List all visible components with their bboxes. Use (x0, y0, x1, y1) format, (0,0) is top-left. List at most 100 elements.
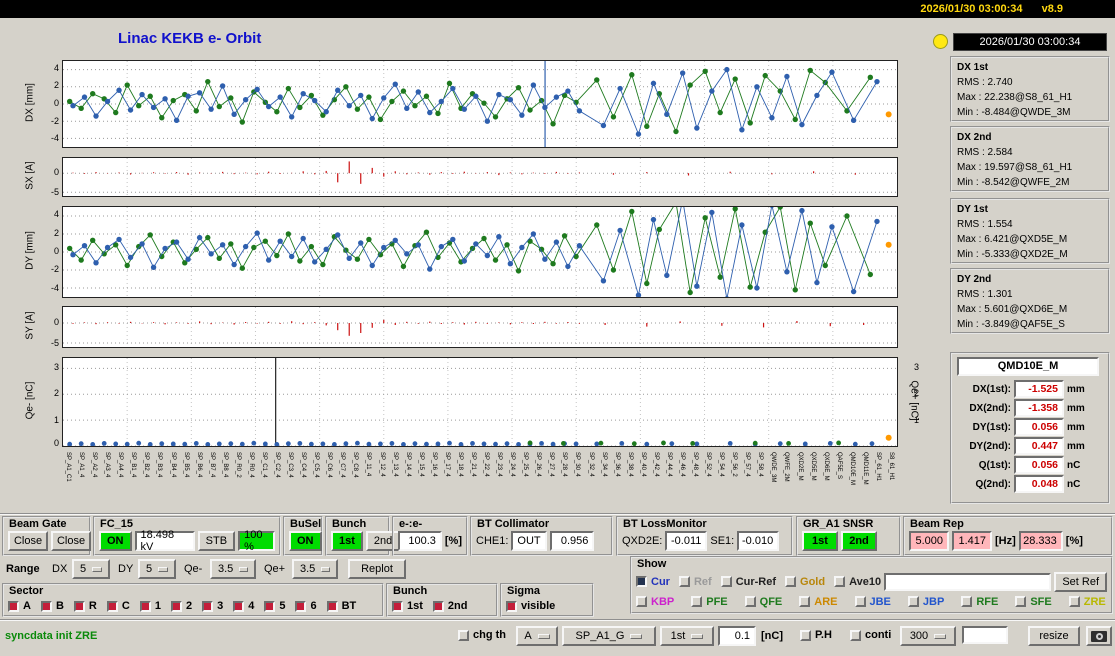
checkbox-qfe[interactable]: QFE (745, 596, 783, 608)
bunch-select[interactable]: 1st (660, 626, 714, 646)
readout-unit: mm (1067, 401, 1085, 416)
checkbox-indicator (264, 601, 275, 612)
conti-checkbox[interactable]: conti (850, 629, 891, 641)
show-row1-checkboxes: Cur Ref Cur-Ref Gold Ave10 (636, 576, 881, 588)
checkbox-jbe[interactable]: JBE (855, 596, 891, 608)
readout-value: 0.447 (1014, 437, 1064, 455)
snsr-1st-button[interactable]: 1st (802, 531, 838, 551)
monitor-tick-label: SP_52_4 (704, 452, 711, 477)
monitor-tick-label: SP_58_4 (756, 452, 763, 477)
checkbox-b[interactable]: B (41, 600, 64, 612)
checkbox-2nd[interactable]: 2nd (433, 600, 468, 612)
checkbox-label: A (23, 600, 31, 612)
ratio-value-readout: 100.3 (398, 531, 442, 551)
checkbox-indicator (295, 601, 306, 612)
beam-gate-close-1-button[interactable]: Close (8, 531, 48, 551)
checkbox-c[interactable]: C (107, 600, 130, 612)
checkbox-3[interactable]: 3 (202, 600, 223, 612)
range-dx-select[interactable]: 5 (72, 559, 110, 579)
checkbox-jbp[interactable]: JBP (908, 596, 944, 608)
dx-1st-stats: DX 1st RMS : 2.740 Max : 22.238@S8_61_H1… (950, 56, 1110, 122)
checkbox-indicator (855, 596, 866, 607)
range-qep-select[interactable]: 3.5 (292, 559, 338, 579)
monitor-select[interactable]: SP_A1_G (562, 626, 656, 646)
separator (0, 619, 1115, 621)
fc15-group: FC_15 ON 18.498 kV STB 100 % (93, 516, 281, 556)
show-row2-checkboxes: KBP PFE QFE ARE JBE JBP RFE SFE ZRE (636, 596, 1106, 608)
readout-label: Q(2nd): (957, 477, 1011, 492)
checkbox-ref[interactable]: Ref (679, 576, 712, 588)
checkbox-indicator (691, 596, 702, 607)
fc15-stb-button[interactable]: STB (198, 531, 235, 551)
stats-title: DY 2nd (957, 272, 1103, 287)
checkbox-5[interactable]: 5 (264, 600, 285, 612)
snsr-2nd-button[interactable]: 2nd (841, 531, 877, 551)
sx-steering-plot (62, 157, 898, 197)
checkbox-label: Ref (694, 576, 712, 588)
points-select[interactable]: 300 (900, 626, 956, 646)
replot-button[interactable]: Replot (348, 559, 406, 579)
monitor-tick-label: SP_22_4 (482, 452, 489, 477)
beam-gate-close-2-button[interactable]: Close (51, 531, 91, 551)
monitor-tick-label: SP_R0_4 (247, 452, 254, 478)
checkbox-sfe[interactable]: SFE (1015, 596, 1051, 608)
checkbox-ave10[interactable]: Ave10 (834, 576, 881, 588)
beam-rep-value2: 1.417 (952, 531, 992, 551)
dropdown-indicator (158, 567, 168, 572)
checkbox-1st[interactable]: 1st (392, 600, 423, 612)
checkbox-label: 2nd (448, 600, 468, 612)
resize-button[interactable]: resize (1028, 626, 1080, 646)
checkbox-visible[interactable]: visible (506, 600, 555, 612)
titlebar-datetime: 2026/01/30 03:00:34 (920, 3, 1022, 15)
checkbox-cur[interactable]: Cur (636, 576, 670, 588)
points-select-value: 300 (910, 630, 928, 642)
checkbox-zre[interactable]: ZRE (1069, 596, 1106, 608)
bunch-group: Bunch 1st 2nd (325, 516, 390, 556)
y-tick-label: -2 (51, 264, 59, 274)
sector-select[interactable]: A (516, 626, 558, 646)
group-label: e-:e- (399, 518, 422, 530)
range-dy-select[interactable]: 5 (138, 559, 176, 579)
dropdown-indicator (239, 567, 248, 572)
stats-title: DX 2nd (957, 130, 1103, 145)
range-qem-select[interactable]: 3.5 (210, 559, 256, 579)
beam-rep-value3: 28.333 (1019, 531, 1063, 551)
checkbox-gold[interactable]: Gold (785, 576, 825, 588)
checkbox-indicator (799, 596, 810, 607)
monitor-tick-label: QXD5E_M (809, 452, 816, 481)
monitor-tick-label: SP_B5_4 (182, 452, 189, 477)
set-ref-button[interactable]: Set Ref (1054, 572, 1107, 592)
checkbox-are[interactable]: ARE (799, 596, 837, 608)
checkbox-4[interactable]: 4 (233, 600, 254, 612)
stats-max: Max : 19.597@S8_61_H1 (957, 160, 1103, 175)
monitor-tick-label: QMD11E_M (861, 452, 868, 485)
dx-axis-label: DX [mm] (25, 75, 36, 131)
checkbox-pfe[interactable]: PFE (691, 596, 727, 608)
ph-checkbox[interactable]: P.H (800, 629, 832, 641)
dy-yticks: 420-2-4 (40, 206, 60, 298)
range-qem-label: Qe- (184, 563, 202, 575)
camera-button[interactable] (1086, 626, 1112, 646)
ref-input[interactable] (884, 573, 1051, 591)
fc15-on-button[interactable]: ON (99, 531, 132, 551)
checkbox-1[interactable]: 1 (140, 600, 161, 612)
checkbox-kbp[interactable]: KBP (636, 596, 674, 608)
group-label: Beam Rep (910, 518, 964, 530)
monitor-tick-label: SP_25_4 (521, 452, 528, 477)
page-title: Linac KEKB e- Orbit (118, 30, 261, 47)
stats-min: Min : -8.484@QWDE_3M (957, 105, 1103, 120)
checkbox-r[interactable]: R (74, 600, 97, 612)
checkbox-bt[interactable]: BT (327, 600, 357, 612)
monitor-tick-label: SP_C6_4 (325, 452, 332, 478)
checkbox-rfe[interactable]: RFE (961, 596, 998, 608)
monitor-tick-label: S8_61_H1 (887, 452, 894, 480)
checkbox-a[interactable]: A (8, 600, 31, 612)
busel-on-button[interactable]: ON (289, 531, 322, 551)
dropdown-indicator (321, 567, 330, 572)
chg-th-checkbox[interactable]: chg th (458, 629, 506, 641)
checkbox-cur-ref[interactable]: Cur-Ref (721, 576, 776, 588)
checkbox-2[interactable]: 2 (171, 600, 192, 612)
checkbox-6[interactable]: 6 (295, 600, 316, 612)
bunch-1st-button[interactable]: 1st (331, 531, 363, 551)
aux-input[interactable] (962, 626, 1008, 644)
